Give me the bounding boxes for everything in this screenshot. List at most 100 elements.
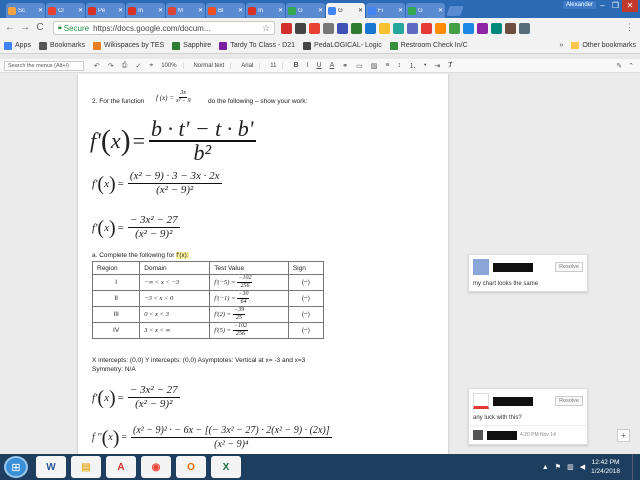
- close-window-button[interactable]: ✕: [622, 0, 638, 12]
- domain-cell[interactable]: −∞ < x < −3: [139, 274, 211, 291]
- extension-icon[interactable]: [379, 22, 390, 34]
- taskbar-app-icon[interactable]: A: [106, 456, 136, 478]
- bookmark-item[interactable]: Restroom Check In/C: [389, 41, 468, 50]
- browser-tab[interactable]: In ✕: [126, 3, 165, 18]
- tab-close-icon[interactable]: ✕: [318, 7, 323, 14]
- extension-icon[interactable]: [351, 22, 362, 34]
- bookmark-item[interactable]: Sapphire: [172, 41, 211, 50]
- tab-close-icon[interactable]: ✕: [78, 7, 83, 14]
- domain-cell[interactable]: 3 < x < ∞: [139, 322, 211, 339]
- taskbar-app-icon[interactable]: ▤: [71, 456, 101, 478]
- paint-format-icon[interactable]: ⌖: [149, 62, 153, 70]
- tab-close-icon[interactable]: ✕: [198, 7, 203, 14]
- browser-tab[interactable]: G ✕: [326, 3, 365, 18]
- tab-close-icon[interactable]: ✕: [398, 7, 403, 14]
- add-comment-button[interactable]: +: [617, 429, 630, 442]
- extension-icon[interactable]: [477, 22, 488, 34]
- extension-icon[interactable]: [421, 22, 432, 34]
- test-value-cell[interactable]: f'(2) = −39 25: [209, 306, 289, 323]
- align-icon[interactable]: ≡: [385, 62, 389, 69]
- other-bookmarks-folder[interactable]: Other bookmarks: [571, 42, 636, 49]
- resolve-button[interactable]: Resolve: [555, 262, 583, 272]
- browser-tab[interactable]: M ✕: [166, 3, 205, 18]
- extension-icon[interactable]: [281, 22, 292, 34]
- sign-cell[interactable]: (−): [287, 290, 325, 307]
- tab-close-icon[interactable]: ✕: [158, 7, 163, 14]
- image-icon[interactable]: ▨: [371, 62, 378, 70]
- extension-icon[interactable]: [519, 22, 530, 34]
- extension-icon[interactable]: [491, 22, 502, 34]
- underline-button[interactable]: U: [317, 62, 322, 69]
- sign-cell[interactable]: (−): [287, 274, 325, 291]
- clear-format-icon[interactable]: Ⱦ: [448, 62, 452, 69]
- menu-search-input[interactable]: Search the menus (Alt+/): [4, 60, 84, 71]
- font-size-select[interactable]: 11: [270, 62, 284, 69]
- taskbar-app-icon[interactable]: ◉: [141, 456, 171, 478]
- extension-icon[interactable]: [309, 22, 320, 34]
- region-cell[interactable]: III: [91, 306, 141, 323]
- bookmark-item[interactable]: Wikispaces by TES: [92, 41, 164, 50]
- tab-close-icon[interactable]: ✕: [278, 7, 283, 14]
- tab-close-icon[interactable]: ✕: [238, 7, 243, 14]
- indent-icon[interactable]: ⇥: [434, 62, 440, 70]
- extension-icon[interactable]: [435, 22, 446, 34]
- undo-icon[interactable]: ↶: [94, 62, 100, 70]
- show-desktop-button[interactable]: [632, 454, 640, 480]
- back-button[interactable]: ←: [4, 22, 16, 34]
- bookmark-item[interactable]: Tardy To Class - D21: [219, 41, 295, 50]
- domain-cell[interactable]: 0 < x < 3: [139, 306, 211, 323]
- numbered-list-icon[interactable]: ⒈: [409, 61, 416, 71]
- url-text[interactable]: https://docs.google.com/docum...: [93, 24, 262, 33]
- start-button[interactable]: ⊞: [4, 456, 28, 478]
- style-select[interactable]: Normal text: [194, 62, 232, 69]
- browser-tab[interactable]: In ✕: [246, 3, 285, 18]
- bookmarks-overflow-button[interactable]: »: [559, 42, 563, 49]
- bookmark-item[interactable]: PedaLOGICAL- Logic: [303, 41, 382, 50]
- tab-close-icon[interactable]: ✕: [358, 7, 363, 14]
- redo-icon[interactable]: ↷: [108, 62, 114, 70]
- browser-tab[interactable]: Pe ✕: [86, 3, 125, 18]
- comment-thread[interactable]: Resolve my chart looks the same: [468, 254, 588, 292]
- bookmark-item[interactable]: Bookmarks: [38, 41, 85, 50]
- new-tab-button[interactable]: [446, 6, 464, 16]
- sign-cell[interactable]: (−): [287, 306, 325, 323]
- bold-button[interactable]: B: [293, 62, 298, 69]
- extension-icon[interactable]: [337, 22, 348, 34]
- text-color-button[interactable]: A: [330, 62, 335, 69]
- bookmark-star-icon[interactable]: ☆: [262, 23, 270, 34]
- extension-icon[interactable]: [365, 22, 376, 34]
- line-spacing-icon[interactable]: ↕: [397, 62, 401, 69]
- browser-menu-icon[interactable]: ⋮: [625, 22, 634, 33]
- show-hidden-icons[interactable]: ▲: [542, 464, 549, 471]
- browser-tab[interactable]: Fi ✕: [366, 3, 405, 18]
- volume-icon[interactable]: ◀: [580, 463, 585, 471]
- browser-tab[interactable]: Cl ✕: [46, 3, 85, 18]
- extension-icon[interactable]: [407, 22, 418, 34]
- spellcheck-icon[interactable]: ✓: [135, 62, 141, 70]
- bookmark-item[interactable]: Apps: [4, 41, 31, 50]
- minimize-button[interactable]: –: [596, 0, 609, 12]
- extension-icon[interactable]: [505, 22, 516, 34]
- extension-icon[interactable]: [323, 22, 334, 34]
- forward-button[interactable]: →: [19, 22, 31, 34]
- profile-button[interactable]: Alexander: [562, 1, 596, 9]
- reload-button[interactable]: C: [34, 22, 46, 34]
- test-value-cell[interactable]: f'(5) = −102 256: [209, 322, 289, 339]
- browser-tab[interactable]: Sc ✕: [6, 3, 45, 18]
- browser-tab[interactable]: G ✕: [286, 3, 325, 18]
- browser-tab[interactable]: Bl ✕: [206, 3, 245, 18]
- italic-button[interactable]: I: [307, 62, 309, 69]
- region-cell[interactable]: I: [91, 274, 141, 291]
- tab-close-icon[interactable]: ✕: [118, 7, 123, 14]
- test-value-cell[interactable]: f'(−1) = −30 64: [209, 290, 289, 307]
- test-value-cell[interactable]: f'(−5) = −102 256: [209, 274, 289, 291]
- link-icon[interactable]: ⚭: [342, 62, 348, 70]
- maximize-button[interactable]: ❐: [609, 0, 622, 12]
- browser-tab[interactable]: G ✕: [406, 3, 445, 18]
- address-bar[interactable]: 🔒︎ Secure https://docs.google.com/docum.…: [53, 21, 275, 35]
- pencil-icon[interactable]: ✎: [616, 62, 622, 70]
- comment-thread[interactable]: Resolve any luck with this? 4:20 PM Nov …: [468, 388, 588, 445]
- collapse-menu-icon[interactable]: ⌃: [628, 62, 634, 70]
- extension-icon[interactable]: [393, 22, 404, 34]
- domain-cell[interactable]: −3 < x < 0: [139, 290, 211, 307]
